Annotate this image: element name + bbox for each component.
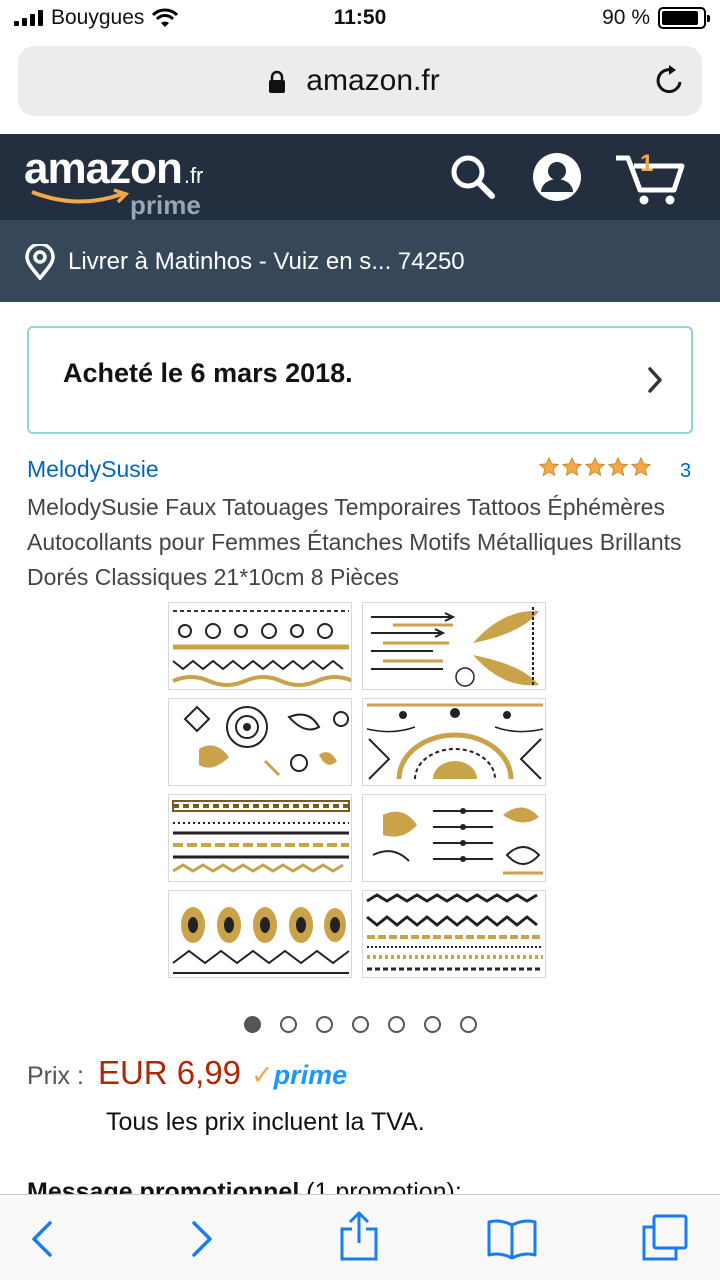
star-icon [584,456,606,477]
star-icon [630,456,652,477]
location-pin-icon [25,244,55,280]
prime-badge: ✓prime [251,1060,347,1091]
star-icon [538,456,560,477]
tattoo-sheet-4 [362,698,546,786]
star-rating[interactable] [538,456,652,478]
price-label: Prix : [27,1062,84,1090]
logo-prime: prime [130,190,201,220]
url-text[interactable]: amazon.fr [18,64,702,98]
price-row: Prix : EUR 6,99 ✓prime [27,1054,347,1092]
purchase-notice[interactable]: Acheté le 6 mars 2018. [27,326,693,434]
account-icon[interactable] [532,152,582,202]
prime-badge-label: prime [273,1060,348,1090]
star-icon [607,456,629,477]
browser-chrome: amazon.fr [0,40,720,134]
battery-fill [662,11,698,25]
battery-icon [658,7,710,29]
carousel-dot[interactable] [315,1016,333,1033]
back-icon[interactable] [28,1217,56,1261]
bookmarks-icon[interactable] [486,1217,538,1261]
image-carousel-dots[interactable] [0,1016,720,1033]
tattoo-sheet-2 [362,602,546,690]
purchase-notice-text: Acheté le 6 mars 2018. [63,358,353,388]
prime-check-icon: ✓ [251,1060,274,1090]
battery-percent: 90 % [602,6,650,29]
tattoo-sheet-8 [362,890,546,978]
status-bar: Bouygues 11:50 90 % [0,0,720,40]
product-image[interactable] [168,602,552,984]
tattoo-sheet-6 [362,794,546,882]
carousel-dot[interactable] [459,1016,477,1033]
amazon-header: amazon.fr prime 1 [0,134,720,220]
carousel-dot[interactable] [351,1016,369,1033]
reload-icon[interactable] [654,64,686,98]
smile-icon [31,188,130,204]
forward-icon[interactable] [188,1217,216,1261]
browser-toolbar [0,1194,720,1280]
star-icon [561,456,583,477]
product-title: MelodySusie Faux Tatouages Temporaires T… [27,494,682,590]
review-count[interactable]: 3 [680,460,691,483]
carousel-dot[interactable] [243,1016,261,1033]
tattoo-sheet-3 [168,698,352,786]
tabs-icon[interactable] [640,1213,690,1263]
logo-tld: .fr [183,163,204,188]
deliver-to-bar[interactable]: Livrer à Matinhos - Vuiz en s... 74250 [0,220,720,302]
address-bar[interactable]: amazon.fr [18,46,702,116]
tattoo-sheet-5 [168,794,352,882]
search-icon[interactable] [448,152,498,202]
url-label: amazon.fr [306,64,440,97]
carousel-dot[interactable] [423,1016,441,1033]
tattoo-sheet-7 [168,890,352,978]
tax-note: Tous les prix incluent la TVA. [106,1108,425,1136]
cart-count: 1 [640,150,654,177]
share-icon[interactable] [338,1211,380,1263]
amazon-logo[interactable]: amazon.fr prime [24,144,204,220]
status-right: 90 % [602,6,710,30]
brand-link[interactable]: MelodySusie [27,456,159,483]
carousel-dot[interactable] [387,1016,405,1033]
deliver-text: Livrer à Matinhos - Vuiz en s... 74250 [68,248,465,275]
price-value: EUR 6,99 [97,1054,242,1091]
chevron-right-icon [648,367,662,393]
carousel-dot[interactable] [279,1016,297,1033]
logo-word: amazon [24,144,183,193]
tattoo-sheet-1 [168,602,352,690]
